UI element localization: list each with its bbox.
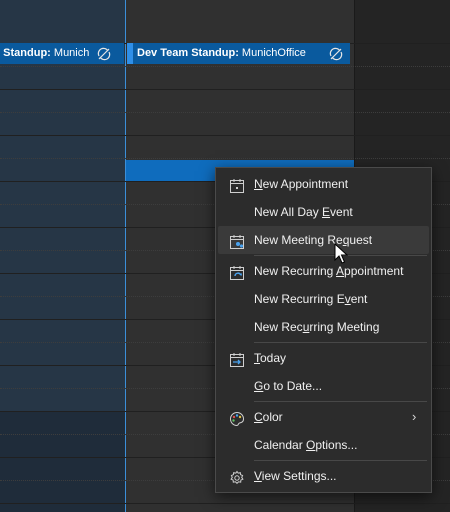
menu-item-new-all-day-event[interactable]: New All Day Event [216, 198, 431, 226]
menu-separator [254, 342, 427, 343]
menu-item-new-recurring-meeting[interactable]: New Recurring Meeting [216, 313, 431, 341]
menu-item-view-settings[interactable]: View Settings... [216, 462, 431, 490]
menu-separator [254, 460, 427, 461]
menu-item-new-recurring-event[interactable]: New Recurring Event [216, 285, 431, 313]
menu-item-go-to-date[interactable]: Go to Date... [216, 372, 431, 400]
menu-separator [254, 401, 427, 402]
calendar-context-menu: New Appointment New All Day Event New Me… [215, 167, 432, 493]
hour-line [0, 89, 450, 90]
menu-item-today[interactable]: Today [216, 344, 431, 372]
meeting-request-icon [229, 232, 245, 249]
half-hour-line [0, 112, 450, 113]
appointment-dev-team-standup[interactable]: Dev Team Standup: MunichOffice [127, 43, 350, 64]
menu-item-color[interactable]: Color › [216, 403, 431, 431]
appointment-title: y Standup: [0, 47, 51, 59]
hour-line [0, 503, 450, 504]
appointment-location: Munich [50, 47, 90, 59]
menu-item-new-meeting-request[interactable]: New Meeting Request [218, 226, 429, 254]
recurring-appointment-icon [229, 263, 245, 280]
submenu-chevron-icon: › [412, 409, 417, 424]
calendar-icon [229, 176, 245, 193]
half-hour-line [0, 66, 450, 67]
calendar-day-column-left[interactable] [0, 0, 125, 512]
today-icon [229, 350, 245, 367]
appointment-dev-team-standup-prev[interactable]: y Standup: Munich [0, 43, 124, 64]
recurring-exception-icon [329, 43, 343, 64]
appointment-location: MunichOffice [238, 47, 306, 59]
today-column-divider [125, 0, 126, 512]
menu-item-calendar-options[interactable]: Calendar Options... [216, 431, 431, 459]
menu-item-new-recurring-appointment[interactable]: New Recurring Appointment [216, 257, 431, 285]
appointment-title: Dev Team Standup: [137, 47, 239, 59]
after-hours-region [0, 412, 125, 512]
gear-icon [229, 468, 245, 484]
hour-line [0, 135, 450, 136]
color-palette-icon [229, 409, 245, 427]
half-hour-line [0, 158, 450, 159]
mouse-cursor-icon [334, 243, 348, 264]
recurring-exception-icon [97, 43, 111, 64]
menu-item-new-appointment[interactable]: New Appointment [216, 170, 431, 198]
